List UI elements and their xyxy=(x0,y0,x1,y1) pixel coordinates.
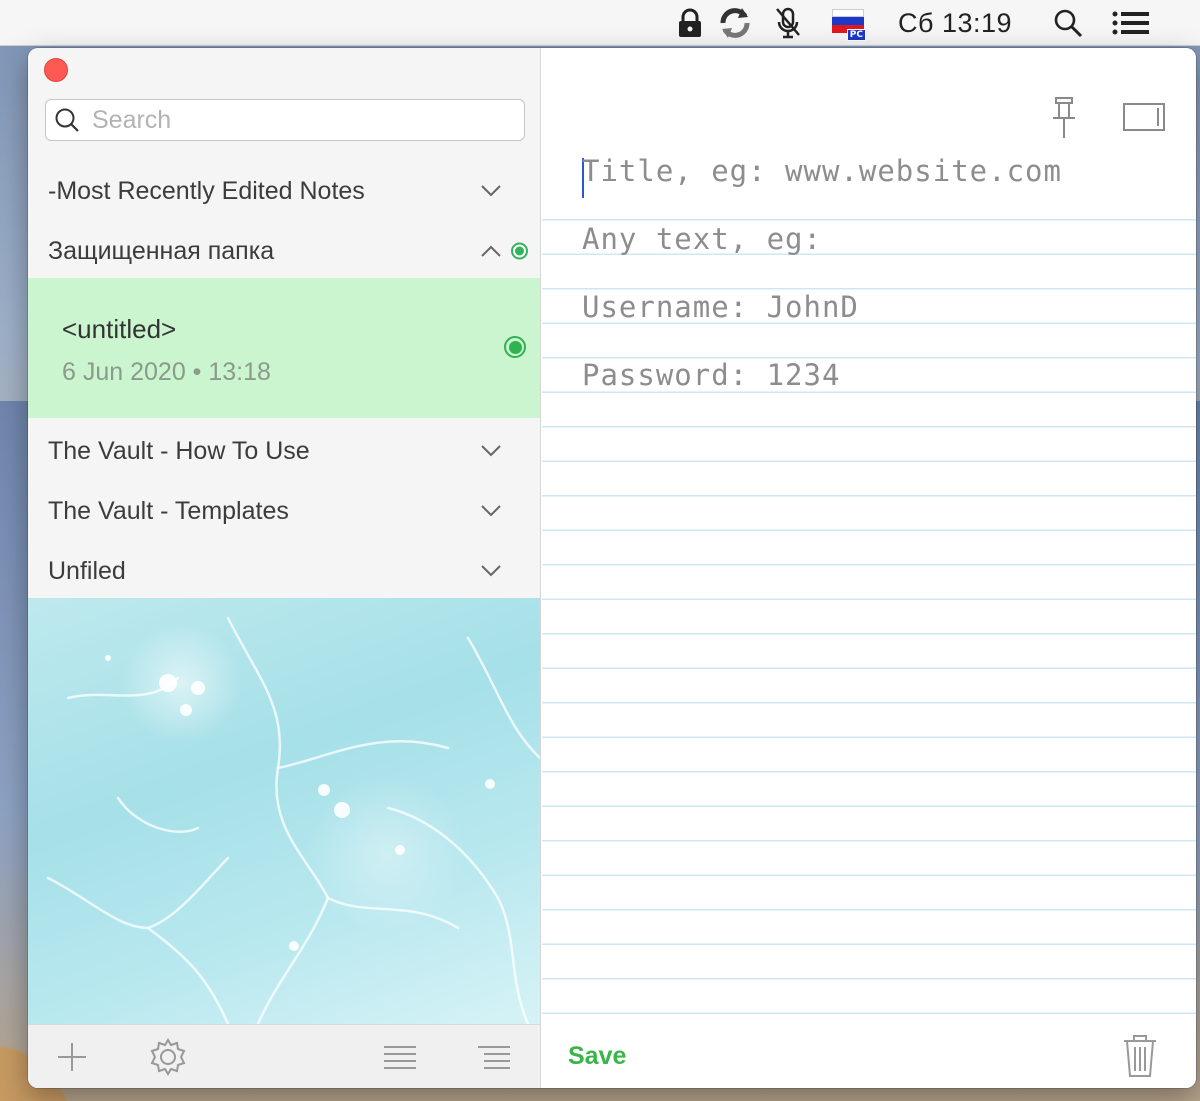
note-date: 6 Jun 2020 • 13:18 xyxy=(62,358,271,386)
note-title: <untitled> xyxy=(62,314,177,344)
search-field[interactable] xyxy=(45,99,525,141)
spotlight-search-icon[interactable] xyxy=(1050,0,1086,46)
pin-icon[interactable] xyxy=(1050,96,1078,140)
folder-label: The Vault - How To Use xyxy=(48,436,310,465)
sync-icon[interactable] xyxy=(716,0,754,46)
window-close-button[interactable] xyxy=(44,58,68,82)
sidebar-footer xyxy=(28,1024,540,1088)
outline-list-icon[interactable] xyxy=(472,1035,516,1079)
note-list-item-selected[interactable]: <untitled> 6 Jun 2020 • 13:18 xyxy=(28,278,540,418)
save-button[interactable]: Save xyxy=(568,1042,626,1071)
search-input[interactable] xyxy=(92,105,492,135)
note-status-icon xyxy=(504,336,526,358)
editor-line-username[interactable]: Username: JohnD xyxy=(582,290,859,324)
folder-vault-templates[interactable]: The Vault - Templates xyxy=(28,481,540,541)
folder-label: Защищенная папка xyxy=(48,236,275,265)
editor-line-password[interactable]: Password: 1234 xyxy=(582,358,840,392)
chevron-up-icon[interactable] xyxy=(480,244,502,258)
menu-bar-clock[interactable]: Сб 13:19 xyxy=(892,0,1018,46)
gear-icon[interactable] xyxy=(146,1035,190,1079)
app-window: -Most Recently Edited Notes Защищенная п… xyxy=(28,48,1196,1088)
microphone-off-icon[interactable] xyxy=(772,0,804,46)
folder-label: Unfiled xyxy=(48,556,126,585)
chevron-down-icon[interactable] xyxy=(480,444,502,458)
folder-label: The Vault - Templates xyxy=(48,496,289,525)
editor-line-title[interactable]: Title, eg: www.website.com xyxy=(582,154,1062,188)
sidebar: -Most Recently Edited Notes Защищенная п… xyxy=(28,48,541,1088)
russian-flag-icon[interactable]: PC xyxy=(830,0,866,46)
folder-recently-edited[interactable]: -Most Recently Edited Notes xyxy=(28,161,540,221)
protected-status-icon xyxy=(511,242,528,260)
search-icon xyxy=(46,99,80,141)
sidebar-background-image xyxy=(28,598,540,1024)
folder-protected[interactable]: Защищенная папка xyxy=(28,221,540,281)
folder-vault-how-to-use[interactable]: The Vault - How To Use xyxy=(28,421,540,481)
input-source-badge: PC xyxy=(846,29,866,41)
folder-label: -Most Recently Edited Notes xyxy=(48,176,365,205)
chevron-down-icon[interactable] xyxy=(480,184,502,198)
folder-unfiled[interactable]: Unfiled xyxy=(28,541,540,601)
chevron-down-icon[interactable] xyxy=(480,564,502,578)
menu-bar: PC Сб 13:19 xyxy=(0,0,1200,46)
lock-icon[interactable] xyxy=(674,0,706,46)
add-icon[interactable] xyxy=(50,1035,94,1079)
editor-line-text[interactable]: Any text, eg: xyxy=(582,222,822,256)
chevron-down-icon[interactable] xyxy=(480,504,502,518)
control-center-icon[interactable] xyxy=(1110,0,1152,46)
fullscreen-icon[interactable] xyxy=(1122,102,1166,132)
note-editor[interactable]: Title, eg: www.website.com Any text, eg:… xyxy=(542,48,1196,1088)
list-icon[interactable] xyxy=(378,1035,422,1079)
trash-icon[interactable] xyxy=(1122,1034,1158,1078)
